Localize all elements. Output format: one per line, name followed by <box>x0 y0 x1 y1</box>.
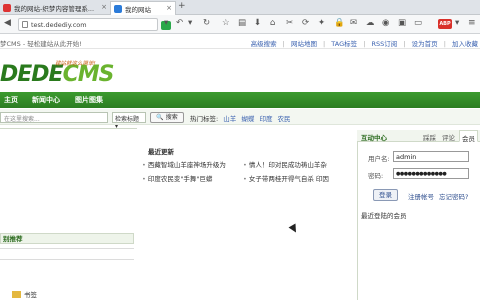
hot-tag[interactable]: 印度 <box>259 115 272 123</box>
link-rss[interactable]: RSS订阅 <box>372 40 398 48</box>
address-bar[interactable]: test.dedediy.com <box>18 18 171 31</box>
refresh-icon[interactable]: ↻ <box>203 18 210 28</box>
recent-item[interactable]: 女子带两桂开得气自杀 印因 <box>243 173 329 183</box>
new-tab-button[interactable]: + <box>178 1 186 11</box>
pocket-icon[interactable]: ◉ <box>382 18 389 28</box>
back-icon[interactable]: ◀ <box>4 18 11 28</box>
search-type-select[interactable]: 检索标题 ▾ <box>112 112 146 130</box>
download-icon[interactable]: ⬇ <box>254 18 261 28</box>
screenshot-icon[interactable]: ✂ <box>286 18 293 28</box>
tab-title: 我的网站-织梦内容管理系... <box>14 5 95 13</box>
adblock-icon[interactable]: ABP <box>438 19 452 29</box>
member-panel-title: 互动中心 <box>361 134 387 142</box>
bottom-item[interactable]: 书签 <box>0 289 60 300</box>
undo-icon[interactable]: ↶ <box>176 18 183 28</box>
slogan: 建站就这么简单! <box>55 61 96 67</box>
library-icon[interactable]: ▤ <box>238 18 246 28</box>
clipboard-icon[interactable]: ▣ <box>398 18 406 28</box>
password-label: 密码: <box>368 172 384 180</box>
link-tags[interactable]: TAG标签 <box>331 40 357 48</box>
recent-updates-title: 最近更新 <box>148 148 174 156</box>
hot-tag[interactable]: 山羊 <box>223 115 236 123</box>
link-sitemap[interactable]: 网站地图 <box>291 40 317 48</box>
tab-digg[interactable]: 踩踩 <box>423 132 436 142</box>
recent-item[interactable]: 西藏智域山羊座神场升级为 <box>142 159 226 169</box>
divider <box>0 259 134 260</box>
mouse-cursor-icon <box>288 223 300 235</box>
tab-favicon-icon <box>3 4 11 12</box>
recent-members-title: 最近登陆的会员 <box>361 212 407 220</box>
login-button[interactable]: 登录 <box>373 189 398 201</box>
info-icon <box>22 21 28 28</box>
folder-icon <box>12 291 21 298</box>
chevron-down-icon[interactable]: ▾ <box>188 18 192 28</box>
forgot-password-link[interactable]: 忘记密码? <box>439 191 468 201</box>
logo-area: DEDECMS 建站就这么简单! <box>0 50 480 90</box>
search-icon: 🔍 <box>156 114 164 121</box>
section-title: 别推荐 <box>0 233 134 244</box>
recent-item[interactable]: 情人！印对民成功祷山羊杂 <box>243 159 327 169</box>
extension-icon[interactable]: ✦ <box>318 18 325 28</box>
lock-icon[interactable]: 🔒 <box>334 18 345 28</box>
username-label: 用户名: <box>368 155 390 163</box>
browser-toolbar: ◀ test.dedediy.com ▾ ↶ ▾ ↻ ☆ ▤ ⬇ ⌂ ✂ ⟳ ✦… <box>0 15 480 34</box>
tab-title: 我的网站 <box>125 6 151 14</box>
nav-home[interactable]: 主页 <box>4 95 18 105</box>
main-nav: 主页 新闻中心 图片图集 <box>0 92 480 108</box>
browser-tab-dedecms-admin[interactable]: 我的网站-织梦内容管理系... × <box>0 1 110 15</box>
close-tab-icon[interactable]: × <box>166 4 172 12</box>
recent-item[interactable]: 印度农民变"手舞"巨蟒 <box>142 173 212 183</box>
site-top-strip: 梦CMS - 轻松建站从此开始! 高级搜索 | 网站地图 | TAG标签 | R… <box>0 35 480 49</box>
left-column: 别推荐 <box>0 128 137 300</box>
sync-icon[interactable]: ⟳ <box>302 18 309 28</box>
divider <box>0 248 134 249</box>
menu-icon[interactable]: ≡ <box>468 18 476 28</box>
monitor-icon[interactable]: ▭ <box>414 18 422 28</box>
link-set-home[interactable]: 设为首页 <box>412 40 438 48</box>
search-input[interactable]: 在这里搜索... <box>0 112 108 123</box>
nav-gallery[interactable]: 图片图集 <box>75 95 103 105</box>
close-tab-icon[interactable]: × <box>101 3 107 11</box>
search-button[interactable]: 🔍 搜索 <box>150 112 184 123</box>
username-field[interactable]: admin <box>393 151 469 162</box>
reader-icon[interactable]: ▾ <box>164 18 168 28</box>
tab-members[interactable]: 会员 <box>459 130 478 143</box>
password-field[interactable]: ●●●●●●●●●●●●● <box>393 168 469 179</box>
home-icon[interactable]: ⌂ <box>270 18 275 28</box>
top-links: 高级搜索 | 网站地图 | TAG标签 | RSS订阅 | 设为首页 | 加入收… <box>250 40 478 48</box>
hot-tag[interactable]: 农民 <box>278 115 291 123</box>
link-add-favorite[interactable]: 加入收藏 <box>452 40 478 48</box>
nav-news[interactable]: 新闻中心 <box>32 95 60 105</box>
bookmark-star-icon[interactable]: ☆ <box>222 18 230 28</box>
puzzle-icon[interactable]: ▾ <box>455 18 459 28</box>
browser-tab-mysite[interactable]: 我的网站 × <box>110 1 176 15</box>
tab-favicon-icon <box>114 5 122 13</box>
cloud-icon[interactable]: ☁ <box>366 18 375 28</box>
tab-comments[interactable]: 评论 <box>442 132 455 142</box>
hot-tag[interactable]: 蝴蝶 <box>241 115 254 123</box>
left-box <box>0 128 137 228</box>
browser-tab-bar: 我的网站-织梦内容管理系... × 我的网站 × + <box>0 0 480 15</box>
translate-icon[interactable]: ✉ <box>350 18 357 28</box>
link-advanced-search[interactable]: 高级搜索 <box>251 40 277 48</box>
url-text: test.dedediy.com <box>31 21 87 29</box>
search-row: 在这里搜索... 检索标题 ▾ 🔍 搜索 热门标签: 山羊 蝴蝶 印度 农民 <box>0 109 480 130</box>
member-tabs: 互动中心 踩踩 评论 会员 <box>357 130 480 143</box>
welcome-text: 梦CMS - 轻松建站从此开始! <box>0 40 82 48</box>
hot-tags: 热门标签: 山羊 蝴蝶 印度 农民 <box>190 115 291 123</box>
register-link[interactable]: 注册帐号 <box>408 191 434 201</box>
